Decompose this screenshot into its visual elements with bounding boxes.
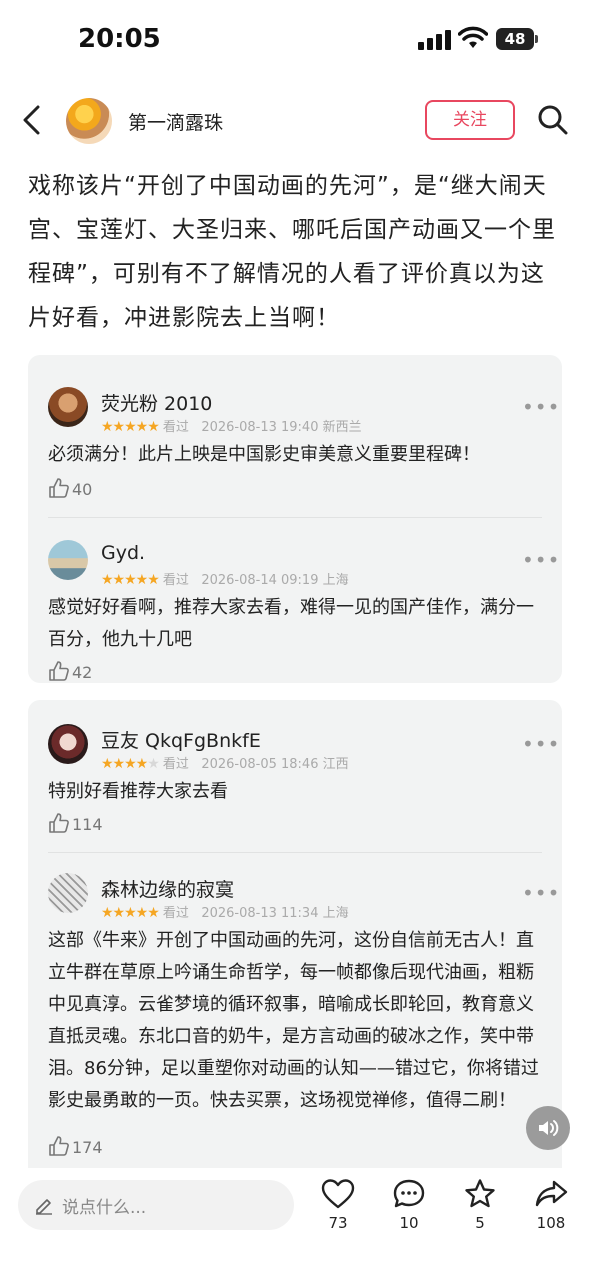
like-count: 73	[328, 1214, 348, 1232]
commenter-name[interactable]: 荧光粉 2010	[101, 389, 212, 416]
like-button[interactable]: 42	[48, 660, 92, 682]
author-avatar[interactable]	[66, 98, 112, 144]
comment-meta: ★★★★★ 看过 2026-08-14 09:19 上海	[101, 572, 349, 588]
like-button[interactable]: 174	[48, 1135, 103, 1157]
commenter-avatar[interactable]	[48, 873, 88, 913]
battery-level: 48	[496, 28, 534, 50]
comment-icon	[393, 1179, 425, 1208]
star-icon	[465, 1179, 495, 1208]
commenter-name[interactable]: 森林边缘的寂寞	[101, 875, 234, 902]
rating-stars: ★★★★★	[101, 572, 160, 588]
comment-text: 必须满分！此片上映是中国影史审美意义重要里程碑！	[48, 444, 480, 465]
comment-item: Gyd. ★★★★★ 看过 2026-08-14 09:19 上海 ••• 感觉…	[28, 518, 562, 683]
more-icon[interactable]: •••	[522, 548, 560, 572]
author-name[interactable]: 第一滴露珠	[128, 108, 223, 135]
battery-cap	[535, 35, 538, 43]
nav-header: 第一滴露珠 关注	[0, 90, 590, 150]
share-button[interactable]: 108	[525, 1178, 577, 1232]
more-icon[interactable]: •••	[522, 395, 560, 419]
comment-text: 感觉好好看啊，推荐大家去看，难得一见的国产佳作，满分一百分，他九十几吧	[48, 597, 534, 650]
status-bar: 20:05 48	[0, 0, 590, 80]
thumb-up-icon	[49, 661, 69, 681]
comment-meta: ★★★★★ 看过 2026-08-05 18:46 江西	[101, 756, 349, 772]
commenter-avatar[interactable]	[48, 724, 88, 764]
commenter-avatar[interactable]	[48, 387, 88, 427]
commenter-avatar[interactable]	[48, 540, 88, 580]
bottom-action-bar: 说点什么... 73 10 5 108	[0, 1168, 590, 1280]
commenter-name[interactable]: 豆友 QkqFgBnkfE	[101, 726, 261, 753]
search-icon[interactable]	[537, 104, 569, 136]
comment-item: 荧光粉 2010 ★★★★★ 看过 2026-08-13 19:40 新西兰 •…	[28, 355, 562, 515]
favorite-count: 5	[475, 1214, 485, 1232]
favorite-button[interactable]: 5	[454, 1178, 506, 1232]
pen-icon	[36, 1199, 52, 1215]
thumb-up-icon	[49, 1136, 69, 1156]
thumb-up-icon	[49, 813, 69, 833]
commenter-name[interactable]: Gyd.	[101, 542, 145, 564]
comment-input-placeholder: 说点什么...	[62, 1198, 147, 1218]
share-count: 108	[536, 1214, 566, 1232]
rating-stars: ★★★★★	[101, 419, 160, 435]
more-icon[interactable]: •••	[522, 732, 560, 756]
comment-count: 10	[399, 1214, 419, 1232]
comment-screenshot-card: 荧光粉 2010 ★★★★★ 看过 2026-08-13 19:40 新西兰 •…	[28, 355, 562, 683]
comment-meta: ★★★★★ 看过 2026-08-13 11:34 上海	[101, 905, 349, 921]
rating-stars: ★★★★★	[101, 905, 160, 921]
speaker-icon	[539, 1120, 559, 1136]
status-time: 20:05	[78, 24, 161, 54]
comment-text: 特别好看推荐大家去看	[48, 781, 228, 802]
rating-stars: ★★★★★	[101, 756, 160, 772]
like-post-button[interactable]: 73	[312, 1178, 364, 1232]
comment-item: 豆友 QkqFgBnkfE ★★★★★ 看过 2026-08-05 18:46 …	[28, 700, 562, 852]
share-icon	[535, 1180, 568, 1207]
signal-icon	[418, 28, 452, 50]
post-body: 戏称该片“开创了中国动画的先河”，是“继大闹天宫、宝莲灯、大圣归来、哪吒后国产动…	[28, 173, 556, 331]
wifi-icon	[458, 26, 488, 48]
more-icon[interactable]: •••	[522, 881, 560, 905]
like-button[interactable]: 114	[48, 812, 103, 834]
comment-input[interactable]: 说点什么...	[18, 1180, 294, 1230]
thumb-up-icon	[49, 478, 69, 498]
follow-button[interactable]: 关注	[425, 100, 515, 140]
comment-item: 森林边缘的寂寞 ★★★★★ 看过 2026-08-13 11:34 上海 •••…	[28, 853, 562, 1168]
like-button[interactable]: 40	[48, 477, 92, 499]
comment-button[interactable]: 10	[383, 1178, 435, 1232]
back-icon[interactable]	[18, 104, 46, 136]
sound-toggle-button[interactable]	[526, 1106, 570, 1150]
heart-icon	[321, 1179, 355, 1209]
comment-text: 这部《牛来》开创了中国动画的先河，这份自信前无古人！直立牛群在草原上吟诵生命哲学…	[48, 930, 539, 1111]
comment-meta: ★★★★★ 看过 2026-08-13 19:40 新西兰	[101, 419, 362, 435]
comment-screenshot-card: 豆友 QkqFgBnkfE ★★★★★ 看过 2026-08-05 18:46 …	[28, 700, 562, 1168]
